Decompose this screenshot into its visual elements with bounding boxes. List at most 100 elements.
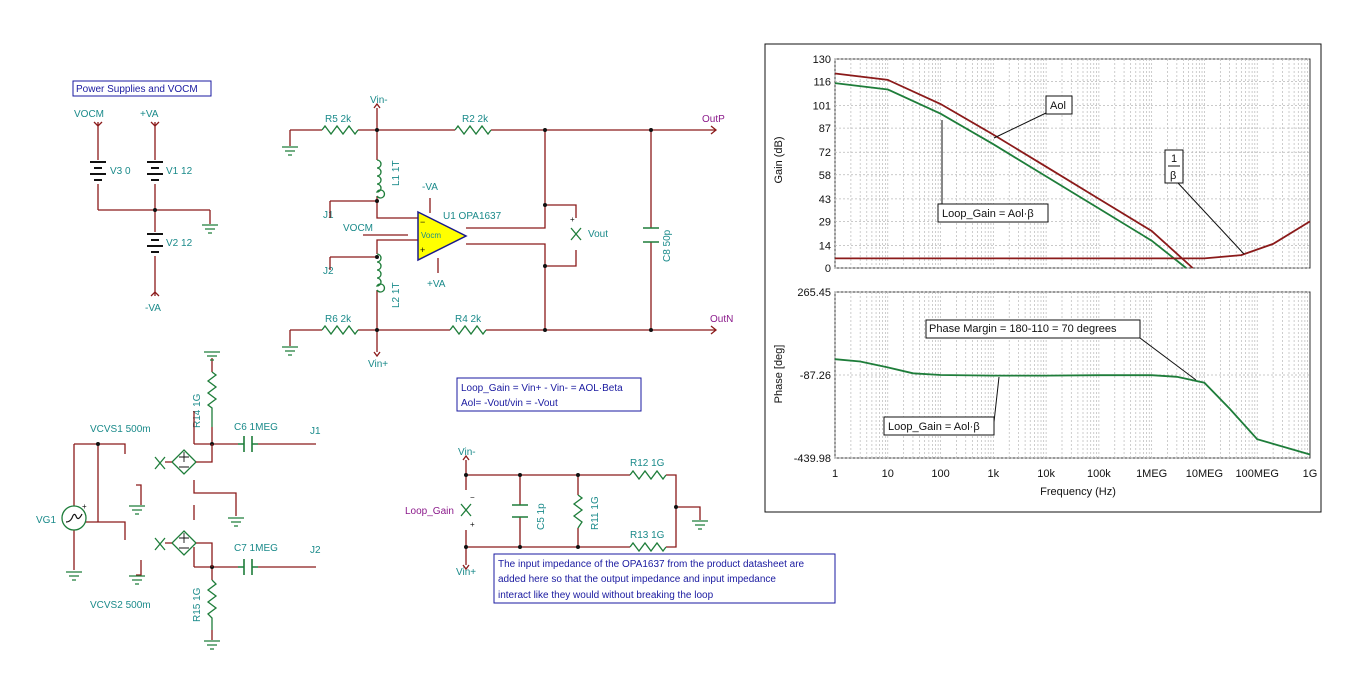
resistor-r5-icon [321,124,359,136]
x-tick-label: 10 [882,468,894,480]
c5-label: C5 1p [536,503,547,530]
j2-out-label: J2 [310,545,321,556]
y-tick-label: -439.98 [794,453,831,465]
x-tick-label: 100MEG [1236,468,1279,480]
aol-formula: Aol= -Vout/vin = -Vout [461,398,558,409]
svg-text:+: + [570,215,575,224]
y-tick-label: 14 [819,240,831,252]
capacitor-c5-icon [512,504,528,518]
amplifier-section: Vin- Vin+ R5 2k R2 2k R6 2k R4 2k L1 1T … [282,95,733,370]
x-tick-label: 1 [832,468,838,480]
svg-text:+: + [82,502,87,511]
svg-text:−: − [420,217,425,227]
power-supplies-title: Power Supplies and VOCM [76,84,198,95]
x-tick-label: 10k [1037,468,1055,480]
inductor-l2-icon [375,253,386,293]
y-tick-label: 58 [819,170,831,182]
outp-label: OutP [702,114,725,125]
vcvs1-icon [154,449,197,475]
loop-gain-probe-label: Loop_Gain [405,506,454,517]
r15-label: R15 1G [192,587,203,622]
vg1-label: VG1 [36,515,56,526]
r2-label: R2 2k [462,114,489,125]
power-supplies-section: Power Supplies and VOCM VOCM +VA V3 0 V1… [72,80,218,314]
l2-label: L2 1T [391,282,402,308]
ground-icon [204,640,220,650]
bode-plot-panel: 1301161018772584329140265.45-87.26-439.9… [764,43,1322,513]
outn-label: OutN [710,314,733,325]
phase-ylabel: Phase [deg] [773,345,785,404]
ground-icon [66,571,82,581]
loop-gain-probe-icon: −+ [460,493,475,529]
y-tick-label: 116 [813,77,831,89]
resistor-r4-icon [449,324,487,336]
vcvs2-label: VCVS2 500m [90,600,151,611]
resistor-r15-icon [206,579,218,630]
capacitor-c6-icon [238,436,258,452]
y-tick-label: 72 [819,147,831,159]
y-tick-label: 265.45 [797,287,831,299]
resistor-r12-icon [629,469,667,481]
voltmeter-vout-icon: + [570,215,582,241]
nva-label: -VA [145,303,161,314]
y-tick-label: 101 [813,101,831,113]
inductor-l1-icon [375,159,386,199]
plot-area-0 [834,58,1311,269]
c7-label: C7 1MEG [234,543,278,554]
resistor-r14-icon [206,371,218,427]
y-tick-label: 87 [819,123,831,135]
phase-loop-gain-annotation-text: Loop_Gain = Aol·β [888,421,980,433]
ground-icon [692,520,708,530]
note-line-3: interact like they would without breakin… [498,590,714,601]
note-line-2: added here so that the output impedance … [498,574,776,585]
r11-label: R11 1G [590,496,601,530]
vin-plus-label: Vin+ [368,359,388,370]
frequency-xlabel: Frequency (Hz) [1040,486,1116,498]
note-line-1: The input impedance of the OPA1637 from … [498,559,805,570]
ground-icon [129,575,145,585]
c8-label: C8 50p [662,229,673,262]
source-section: VCVS1 500m VCVS2 500m VG1 R14 1G R15 1G … [36,351,321,650]
vcvs2-icon [154,530,197,556]
resistor-r11-icon [572,494,584,529]
signal-generator-vg1-icon: + [61,502,87,531]
resistor-r13-icon [629,541,667,553]
vout-label: Vout [588,229,608,240]
resistor-r6-icon [321,324,359,336]
beta-annotation-denominator: β [1170,170,1176,182]
v3-label: V3 0 [110,166,131,177]
input-impedance-note: The input impedance of the OPA1637 from … [493,553,836,604]
y-tick-label: 0 [825,263,831,275]
schematic-canvas: Power Supplies and VOCM VOCM +VA V3 0 V1… [36,43,1322,650]
x-tick-label: 1MEG [1136,468,1167,480]
j1-label: J1 [323,210,334,221]
loop-gain-description: Loop_Gain = Vin+ - Vin- = AOL·Beta Aol= … [456,377,642,412]
vocm-in-label: VOCM [343,223,373,234]
aol-annotation-text: Aol [1050,100,1066,112]
ground-icon [282,346,298,356]
y-tick-label: 43 [819,194,831,206]
r5-label: R5 2k [325,114,352,125]
battery-v3-icon [90,161,106,181]
pos-va-label: +VA [427,279,446,290]
ground-icon [129,505,145,515]
l1-label: L1 1T [391,160,402,186]
beta-annotation-numerator: 1 [1171,153,1177,165]
x-tick-label: 100 [931,468,949,480]
loop-gain-formula: Loop_Gain = Vin+ - Vin- = AOL·Beta [461,383,623,394]
capacitor-c8-icon [643,227,659,243]
y-tick-label: 29 [819,216,831,228]
loop-gain-annotation-text: Loop_Gain = Aol·β [942,208,1034,220]
bode-charts: 1301161018772584329140265.45-87.26-439.9… [794,54,1318,480]
v1-label: V1 12 [166,166,193,177]
ground-icon [202,224,218,234]
battery-v1-icon [147,161,163,181]
svg-text:+: + [420,245,425,255]
x-tick-label: 10MEG [1186,468,1223,480]
v2-label: V2 12 [166,238,193,249]
r12-label: R12 1G [630,458,665,469]
svg-text:+: + [470,520,475,529]
vocm-pin-label: Vocm [421,231,441,240]
r4-label: R4 2k [455,314,482,325]
pva-label: +VA [140,109,159,120]
